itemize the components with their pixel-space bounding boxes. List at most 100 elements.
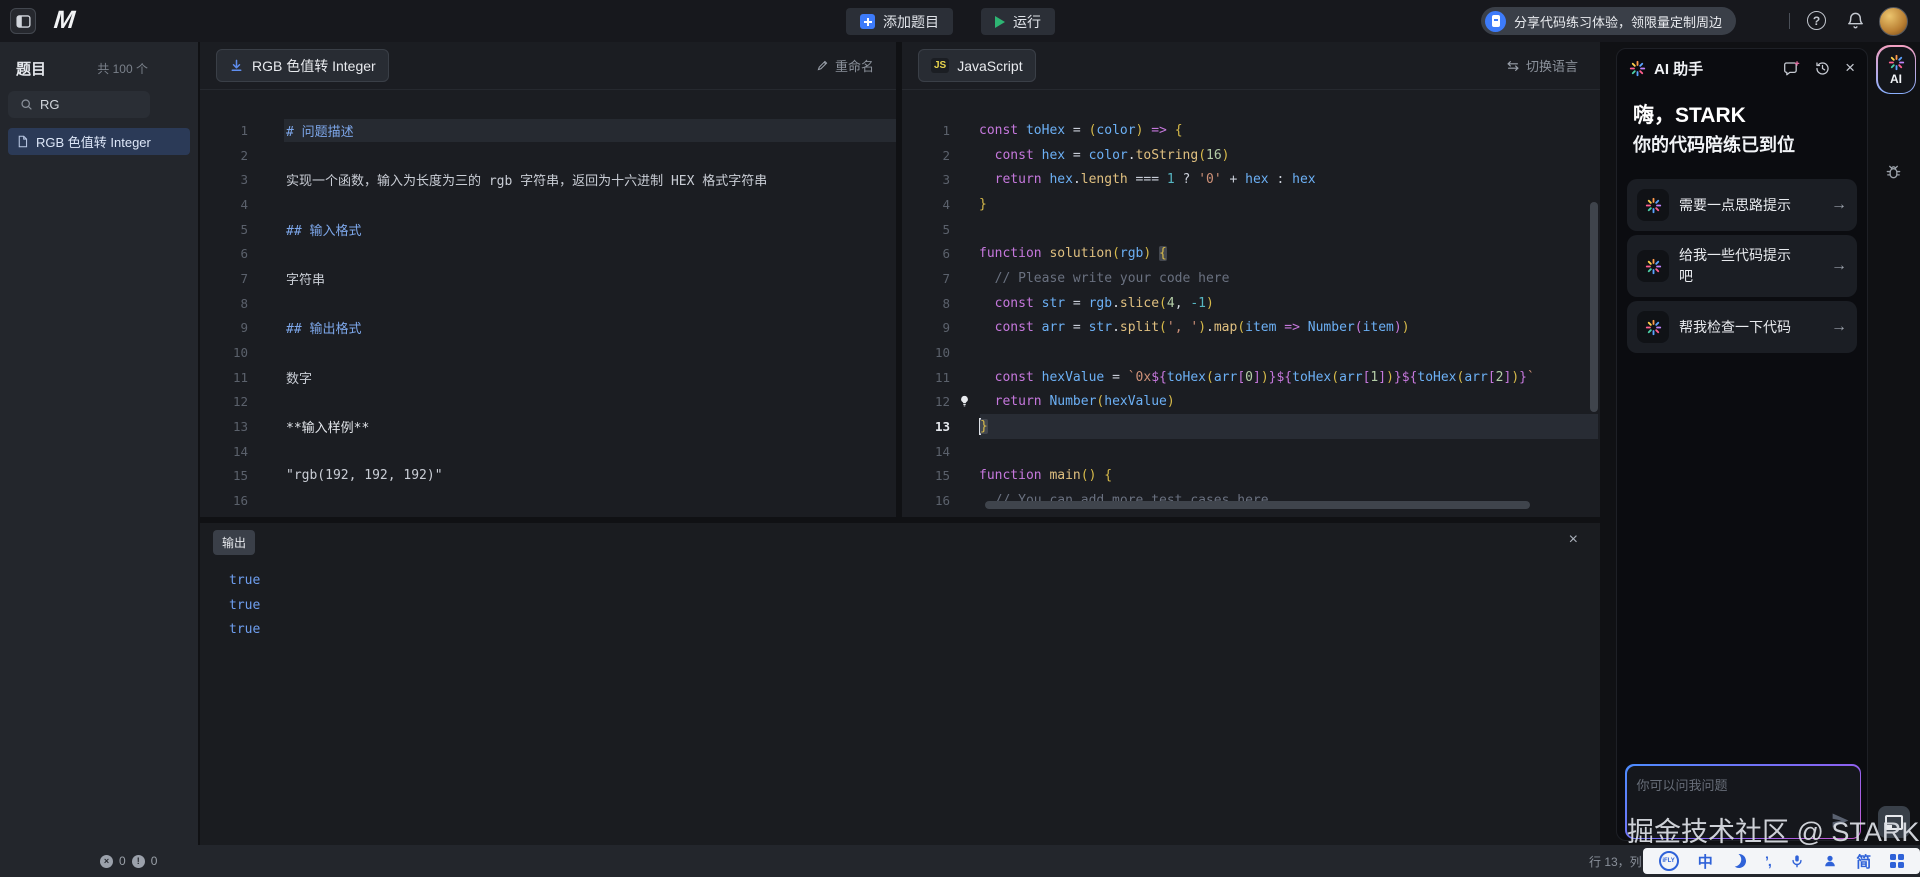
user-icon[interactable] <box>1823 854 1837 868</box>
code-editor[interactable]: 1const toHex = (color) => {2 const hex =… <box>902 90 1600 517</box>
mic-icon[interactable] <box>1790 854 1804 868</box>
problems-indicator[interactable]: 0 0 <box>100 845 157 877</box>
code-token: toString <box>1136 148 1199 163</box>
zh-icon[interactable]: 中 <box>1698 851 1713 872</box>
code-token: ( <box>1159 296 1167 311</box>
line-number: 5 <box>902 222 950 237</box>
code-token: `0x <box>1128 370 1151 385</box>
ifly-icon[interactable]: iFLY <box>1659 851 1679 871</box>
code-token: ( <box>1206 370 1214 385</box>
code-token: toHex <box>1417 370 1456 385</box>
code-line: 13} <box>902 414 1600 439</box>
ai-close-icon[interactable] <box>1845 58 1855 78</box>
code-token: hex <box>1292 172 1315 187</box>
code-token: } <box>980 419 988 434</box>
notifications-bell-icon[interactable] <box>1846 11 1865 33</box>
code-token <box>979 394 995 409</box>
markdown-text: # 问题描述 <box>286 121 354 140</box>
code-token: } <box>1394 370 1402 385</box>
moon-icon[interactable] <box>1732 854 1746 868</box>
code-line: 5 <box>902 217 1600 242</box>
code-text: const arr = str.split(', ').map(item => … <box>979 320 1410 335</box>
ai-suggestion-card[interactable]: 给我一些代码提示吧→ <box>1627 235 1857 297</box>
line-number: 6 <box>200 246 248 261</box>
sidebar-toggle-button[interactable] <box>10 8 36 34</box>
markdown-text: 数字 <box>286 368 312 387</box>
lightbulb-icon[interactable] <box>958 395 971 412</box>
code-token: color <box>1096 123 1135 138</box>
switch-language-button[interactable]: 切换语言 <box>1500 55 1584 76</box>
sidebar-item-label: RGB 色值转 Integer <box>36 132 151 151</box>
suggestion-label: 给我一些代码提示吧 <box>1679 245 1801 287</box>
ai-question-input[interactable] <box>1627 766 1860 838</box>
output-close-icon[interactable] <box>1569 531 1578 549</box>
language-tab[interactable]: JS JavaScript <box>918 49 1036 82</box>
markdown-text: ## 输入格式 <box>286 220 361 239</box>
help-icon[interactable] <box>1807 11 1826 30</box>
problem-tab[interactable]: RGB 色值转 Integer <box>216 49 389 82</box>
line-number: 4 <box>200 197 248 212</box>
ai-rail-button[interactable]: AI <box>1876 45 1916 94</box>
code-token: [ <box>1488 370 1496 385</box>
ai-assistant-panel: AI 助手 嗨，STARK 你的代码陪练已到位 需要一点思路提示→给我一些代码提… <box>1616 48 1868 841</box>
code-token: color <box>1089 148 1128 163</box>
sidebar-item-problem[interactable]: RGB 色值转 Integer <box>8 128 190 155</box>
panel-left-icon <box>15 13 32 30</box>
line-number: 9 <box>200 320 248 335</box>
horizontal-scrollbar[interactable] <box>985 501 1530 509</box>
pencil-icon <box>816 59 829 72</box>
ai-suggestion-card[interactable]: 需要一点思路提示 → <box>1627 179 1857 231</box>
history-icon[interactable] <box>1814 60 1831 77</box>
code-token: + <box>1222 172 1245 187</box>
code-token: str <box>1089 320 1112 335</box>
ai-suggestion-card[interactable]: 帮我检查一下代码→ <box>1627 301 1857 353</box>
search-input[interactable]: RG <box>8 91 150 118</box>
rename-button[interactable]: 重命名 <box>810 55 880 76</box>
line-number: 3 <box>902 172 950 187</box>
code-token: = <box>1065 296 1088 311</box>
line-number: 1 <box>902 123 950 138</box>
output-tab[interactable]: 输出 <box>213 530 255 555</box>
arrow-right-icon: → <box>1831 196 1847 214</box>
code-token: function <box>979 246 1042 261</box>
promo-banner[interactable]: 分享代码练习体验，领限量定制周边 <box>1481 7 1736 35</box>
warnings-count: 0 <box>151 854 158 868</box>
markdown-editor[interactable]: 1# 问题描述23实现一个函数，输入为长度为三的 rgb 字符串，返回为十六进制… <box>200 90 896 517</box>
code-token: ${ <box>1151 370 1167 385</box>
cursor-position[interactable]: 行 13，列 <box>1589 845 1642 877</box>
code-token <box>1018 123 1026 138</box>
send-icon[interactable] <box>1830 810 1851 831</box>
problem-list: RGB 色值转 Integer <box>0 128 198 155</box>
markdown-text: "rgb(192, 192, 192)" <box>286 468 443 483</box>
code-line: 9 const arr = str.split(', ').map(item =… <box>902 316 1600 341</box>
code-line: 12 return Number(hexValue) <box>902 390 1600 415</box>
code-token <box>1151 246 1159 261</box>
jian-icon[interactable]: 简 <box>1856 851 1871 872</box>
punct-icon[interactable]: ’, <box>1765 853 1771 869</box>
chat-window-icon[interactable] <box>1878 806 1910 838</box>
code-text: // Please write your code here <box>979 271 1229 286</box>
run-button[interactable]: 运行 <box>981 8 1055 35</box>
vertical-scrollbar[interactable] <box>1590 202 1598 412</box>
suggestion-label: 需要一点思路提示 <box>1679 195 1801 216</box>
markdown-line: 14 <box>200 439 896 464</box>
new-chat-icon[interactable] <box>1783 60 1800 77</box>
code-token: ) <box>1261 370 1269 385</box>
swap-icon <box>1506 59 1520 73</box>
add-problem-button[interactable]: 添加题目 <box>846 8 953 35</box>
code-text: const hexValue = `0x${toHex(arr[0])}${to… <box>979 370 1535 385</box>
line-number: 8 <box>200 296 248 311</box>
user-avatar[interactable] <box>1879 7 1908 36</box>
markdown-line: 9## 输出格式 <box>200 316 896 341</box>
code-token: ? <box>1175 172 1198 187</box>
markdown-text: 实现一个函数，输入为长度为三的 rgb 字符串，返回为十六进制 HEX 格式字符… <box>286 170 767 189</box>
search-value: RG <box>40 97 60 112</box>
code-token: => <box>1151 123 1167 138</box>
bug-icon[interactable] <box>1884 163 1903 182</box>
problems-sidebar: 题目 共 100 个 RG RGB 色值转 Integer <box>0 42 198 845</box>
code-token: ( <box>1198 148 1206 163</box>
markdown-line: 13**输入样例** <box>200 414 896 439</box>
app-logo[interactable]: M <box>52 6 76 35</box>
grid-icon[interactable] <box>1890 854 1904 868</box>
play-icon <box>995 16 1005 28</box>
